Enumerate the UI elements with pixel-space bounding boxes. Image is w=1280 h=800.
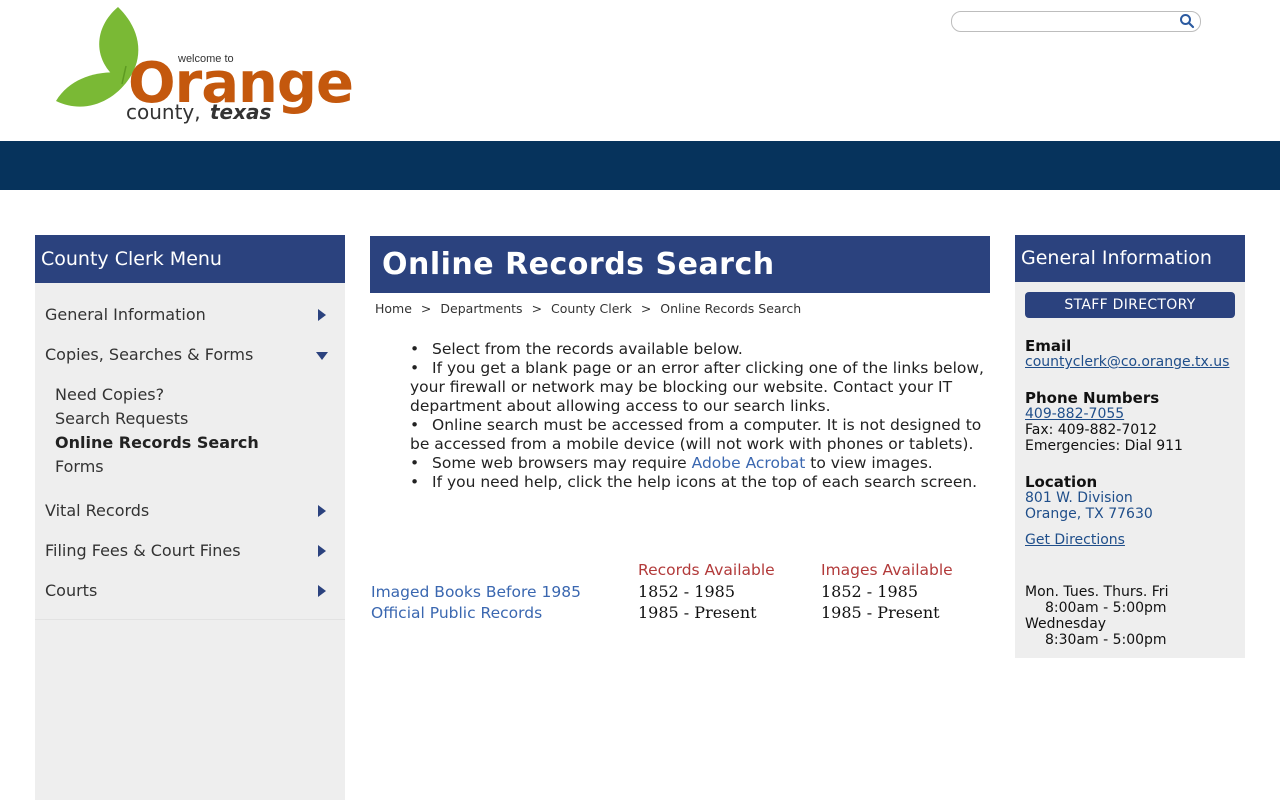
sidebar-item-filing-fees[interactable]: Filing Fees & Court Fines [45, 539, 335, 563]
site-header: welcome to Orange county, texas [0, 0, 1280, 141]
record-link-imaged-books[interactable]: Imaged Books Before 1985 [371, 583, 581, 601]
sidebar-item-courts[interactable]: Courts [45, 579, 335, 603]
records-range: 1852 - 1985 [638, 582, 736, 601]
sidebar-item-vital-records[interactable]: Vital Records [45, 499, 335, 523]
record-link-official-public-records[interactable]: Official Public Records [371, 604, 542, 622]
chevron-down-icon [316, 352, 328, 360]
hours-days-1: Mon. Tues. Thurs. Fri [1025, 584, 1169, 600]
sidebar-subitem-online-records-search[interactable]: Online Records Search [55, 433, 259, 452]
adobe-acrobat-link[interactable]: Adobe Acrobat [692, 454, 806, 472]
chevron-right-icon [318, 545, 326, 557]
email-label: Email [1025, 337, 1072, 355]
search-input[interactable] [960, 13, 1170, 28]
list-item: • Some web browsers may require Adobe Acr… [410, 454, 933, 472]
records-range: 1985 - Present [638, 603, 757, 622]
site-search [951, 11, 1201, 32]
sidebar-divider [35, 619, 345, 620]
sidebar-subitem-search-requests[interactable]: Search Requests [55, 409, 188, 428]
list-item: • If you need help, click the help icons … [410, 473, 978, 491]
info-panel-title: General Information [1015, 235, 1245, 282]
page-title: Online Records Search [370, 236, 990, 293]
hours-days-2: Wednesday [1025, 616, 1107, 632]
sidebar-title: County Clerk Menu [35, 235, 345, 283]
sidebar-subitem-need-copies[interactable]: Need Copies? [55, 385, 164, 404]
site-logo[interactable]: welcome to Orange county, texas [52, 4, 352, 128]
hours-time-2: 8:30am - 5:00pm [1045, 632, 1167, 648]
leaf-logo-icon: welcome to Orange county, texas [56, 7, 352, 124]
column-header-images: Images Available [821, 561, 953, 579]
breadcrumb-departments[interactable]: Departments [440, 301, 522, 316]
location-label: Location [1025, 473, 1098, 491]
email-link[interactable]: countyclerk@co.orange.tx.us [1025, 354, 1229, 370]
phone-label: Phone Numbers [1025, 389, 1160, 407]
left-sidebar: County Clerk Menu General Information Co… [35, 235, 345, 800]
breadcrumb-county-clerk[interactable]: County Clerk [551, 301, 632, 316]
sidebar-item-label: Copies, Searches & Forms [45, 345, 254, 364]
right-sidebar: General Information STAFF DIRECTORY Emai… [1015, 235, 1245, 658]
column-header-records: Records Available [638, 561, 775, 579]
address-line-2: Orange, TX 77630 [1025, 506, 1153, 522]
staff-directory-button[interactable]: STAFF DIRECTORY [1025, 292, 1235, 318]
get-directions-link[interactable]: Get Directions [1025, 532, 1125, 548]
breadcrumb-home[interactable]: Home [375, 301, 412, 316]
breadcrumb: Home > Departments > County Clerk > Online Rec… [375, 301, 801, 316]
sidebar-subitem-forms[interactable]: Forms [55, 457, 104, 476]
list-item: • If you get a blank page or an error aft… [410, 359, 984, 415]
images-range: 1852 - 1985 [821, 582, 919, 601]
address-line-1: 801 W. Division [1025, 490, 1133, 506]
breadcrumb-separator: > [420, 301, 432, 316]
search-icon[interactable] [1179, 13, 1195, 29]
emergency-number: Emergencies: Dial 911 [1025, 438, 1183, 454]
sidebar-item-label: Courts [45, 581, 98, 600]
fax-number: Fax: 409-882-7012 [1025, 422, 1157, 438]
phone-link[interactable]: 409-882-7055 [1025, 406, 1124, 422]
chevron-right-icon [318, 585, 326, 597]
sidebar-item-copies-searches-forms[interactable]: Copies, Searches & Forms [45, 343, 335, 367]
instructions-list: • Select from the records available below… [410, 340, 995, 492]
main-navbar [0, 141, 1280, 190]
chevron-right-icon [318, 309, 326, 321]
images-range: 1985 - Present [821, 603, 940, 622]
logo-texas-text: texas [210, 100, 272, 124]
list-item: • Online search must be accessed from a c… [410, 416, 982, 453]
sidebar-item-label: Filing Fees & Court Fines [45, 541, 241, 560]
list-item: • Select from the records available below… [410, 340, 743, 358]
breadcrumb-separator: > [531, 301, 543, 316]
chevron-right-icon [318, 505, 326, 517]
main-content: Online Records Search Home > Departments > C… [370, 236, 990, 622]
sidebar-item-label: General Information [45, 305, 206, 324]
breadcrumb-current: Online Records Search [660, 301, 802, 316]
hours-time-1: 8:00am - 5:00pm [1045, 600, 1167, 616]
logo-county-text: county, [126, 100, 201, 124]
sidebar-item-general-information[interactable]: General Information [45, 303, 335, 327]
sidebar-item-label: Vital Records [45, 501, 150, 520]
breadcrumb-separator: > [640, 301, 652, 316]
